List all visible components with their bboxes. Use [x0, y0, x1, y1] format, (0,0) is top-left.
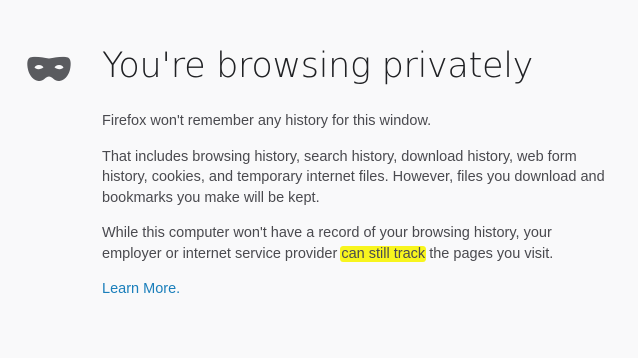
page-title: You're browsing privately — [102, 46, 534, 86]
tracking-notice-end: the pages you visit. — [429, 245, 554, 262]
tracking-notice-text: While this computer won't have a record … — [102, 223, 612, 264]
history-details-text: That includes browsing history, search h… — [102, 148, 605, 206]
private-browsing-description: Firefox won't remember any history for t… — [102, 111, 612, 300]
learn-more-link[interactable]: Learn More. — [102, 279, 180, 300]
private-browsing-mask-icon — [27, 56, 71, 81]
history-notice-text: Firefox won't remember any history for t… — [102, 113, 432, 129]
private-browsing-page: You're browsing privately Firefox won't … — [0, 0, 638, 358]
highlighted-tracking-phrase: can still track — [340, 245, 427, 262]
